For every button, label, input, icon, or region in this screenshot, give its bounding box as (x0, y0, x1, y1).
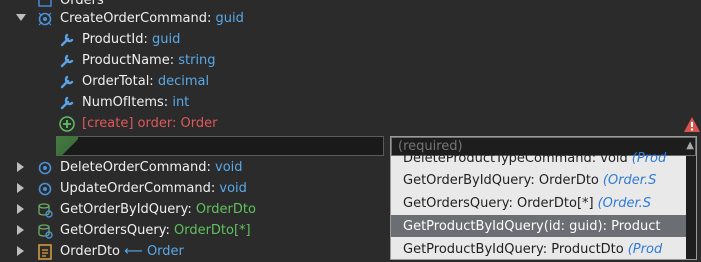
command-return-type: void (215, 160, 243, 175)
query-name: GetOrdersQuery: (60, 223, 170, 238)
property-name: OrderTotal: (82, 74, 154, 89)
tree-row-property[interactable]: NumOfItems: int (58, 92, 189, 113)
mapping-arrow-icon: ⟵ (124, 244, 143, 259)
dropdown-option[interactable]: GetOrderByIdQuery: OrderDto (Order.S (391, 169, 696, 191)
option-label: GetOrderByIdQuery: OrderDto (403, 172, 599, 188)
option-label: GetProductByIdQuery: ProductDto (403, 241, 624, 257)
tree-row-property[interactable]: ProductName: string (58, 50, 216, 71)
option-label: GetProductByIdQuery(id: guid): Product (403, 218, 661, 234)
command-icon (36, 10, 54, 28)
expand-arrow-icon[interactable] (16, 162, 26, 172)
query-icon (36, 201, 54, 219)
query-icon (36, 222, 54, 240)
expand-arrow-icon[interactable] (16, 204, 26, 214)
option-hint: (Order.S (597, 195, 652, 211)
query-return-type: OrderDto (195, 202, 256, 217)
option-label: GetOrdersQuery: OrderDto[*] (403, 195, 594, 211)
command-name: CreateOrderCommand: (60, 11, 212, 26)
tree-row-property[interactable]: ProductId: guid (58, 29, 180, 50)
expand-arrow-icon[interactable] (16, 183, 26, 193)
dropdown-option-selected[interactable]: GetProductByIdQuery(id: guid): Product (391, 215, 696, 237)
tree-row-query[interactable]: GetOrdersQuery: OrderDto[*] (36, 220, 251, 241)
tree-row-association[interactable]: [create] order: Order (58, 113, 217, 134)
query-return-type: OrderDto[*] (173, 223, 251, 238)
tree-row-property[interactable]: OrderTotal: decimal (58, 71, 209, 92)
expand-arrow-icon[interactable] (16, 225, 26, 235)
dropdown-option[interactable]: GetProductByIdQuery: ProductDto (Prod (391, 238, 696, 259)
warning-icon (683, 116, 701, 137)
command-icon (36, 180, 54, 198)
wrench-icon (58, 94, 76, 112)
command-return-type: void (219, 181, 247, 196)
association-target-input[interactable] (56, 136, 384, 156)
dropdown-option[interactable]: GetOrdersQuery: OrderDto[*] (Order.S (391, 192, 696, 214)
wrench-icon (58, 31, 76, 49)
wrench-icon (58, 73, 76, 91)
option-hint: (Prod (631, 150, 667, 166)
command-name: DeleteOrderCommand: (60, 160, 211, 175)
expand-arrow-icon[interactable] (16, 246, 26, 256)
command-icon (36, 159, 54, 177)
association-text: [create] order: Order (82, 116, 218, 131)
dto-name: OrderDto (60, 244, 121, 259)
option-hint: (Prod (627, 241, 663, 257)
query-name: GetOrderByIdQuery: (60, 202, 192, 217)
command-name: UpdateOrderCommand: (60, 181, 216, 196)
add-association-icon (58, 115, 76, 133)
property-name: ProductName: (82, 53, 175, 68)
tree-row-label: Orders (60, 0, 104, 8)
tree-row-dto[interactable]: OrderDto ⟵ Order (36, 241, 184, 262)
option-label: DeleteProductTypeCommand: void (403, 150, 628, 166)
property-name: ProductId: (82, 32, 148, 47)
property-type: decimal (157, 74, 210, 89)
tree-row-command[interactable]: DeleteOrderCommand: void (36, 157, 243, 178)
type-dropdown[interactable]: DeleteProductTypeCommand: void(Prod GetO… (390, 136, 697, 260)
collapse-arrow-icon[interactable] (16, 13, 26, 23)
property-name: NumOfItems: (82, 95, 169, 110)
command-return-type: guid (215, 11, 244, 26)
property-type: string (178, 53, 216, 68)
scroll-up-icon[interactable]: ▲ (686, 140, 694, 151)
editor-handle (56, 136, 78, 156)
dto-icon (36, 243, 54, 261)
dto-mapped-type: Order (146, 244, 184, 259)
property-type: int (172, 95, 190, 110)
property-type: guid (151, 32, 181, 47)
dropdown-scrollbar[interactable] (686, 156, 696, 259)
wrench-icon (58, 52, 76, 70)
option-hint: (Order.S (602, 172, 657, 188)
tree-row-query[interactable]: GetOrderByIdQuery: OrderDto (36, 199, 256, 220)
tree-row-create-order-command[interactable]: CreateOrderCommand: guid (36, 8, 244, 29)
tree-row-command[interactable]: UpdateOrderCommand: void (36, 178, 247, 199)
dropdown-option[interactable]: DeleteProductTypeCommand: void (Prod (391, 147, 696, 169)
